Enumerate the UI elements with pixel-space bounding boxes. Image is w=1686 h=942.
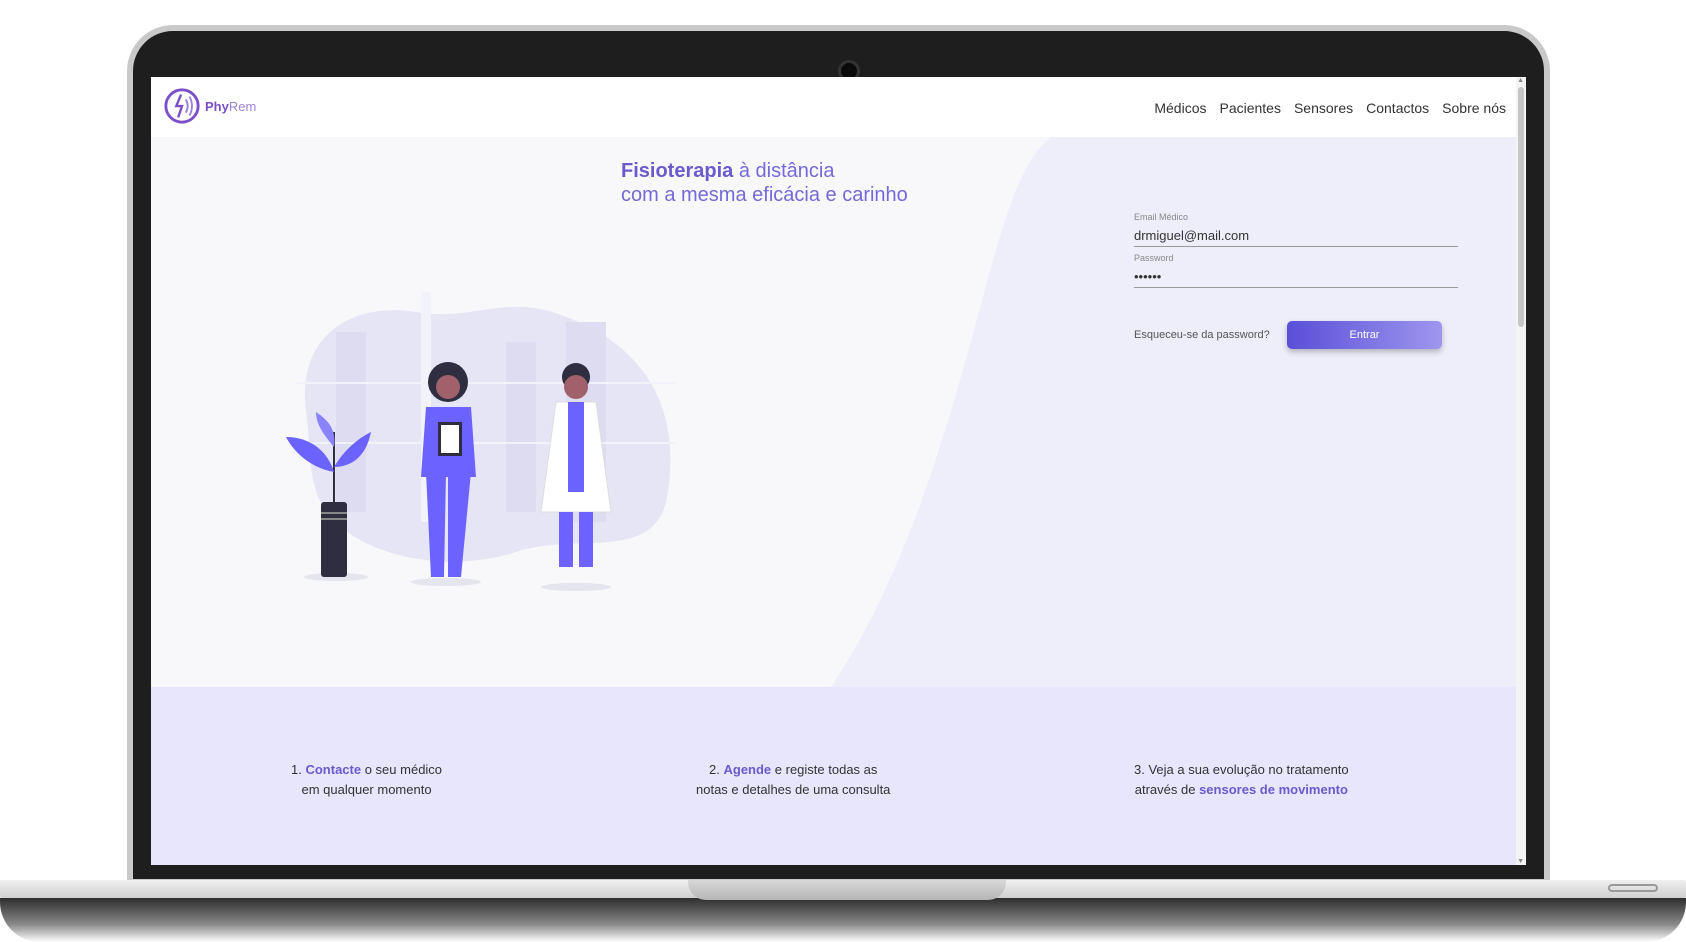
email-label: Email Médico: [1134, 212, 1189, 222]
step-1: 1. Contacte o seu médico em qualquer mom…: [291, 762, 443, 797]
step-3-highlight: sensores de movimento: [1199, 782, 1348, 797]
nav-contactos[interactable]: Contactos: [1366, 100, 1429, 116]
password-field[interactable]: ••••••: [1134, 263, 1458, 288]
password-label: Password: [1134, 253, 1174, 263]
vertical-scrollbar[interactable]: ▲ ▼: [1516, 77, 1526, 865]
tagline-rest: à distância: [738, 160, 835, 182]
scroll-down-icon[interactable]: ▼: [1517, 858, 1524, 865]
steps-section: 1. Contacte o seu médico em qualquer mom…: [151, 687, 1526, 865]
nav-medicos[interactable]: Médicos: [1154, 100, 1206, 116]
step-1-highlight: Contacte: [305, 762, 362, 777]
step-3: 3. Veja a sua evolução no tratamento atr…: [1134, 762, 1349, 797]
email-field-group: Email Médico drmiguel@mail.com: [1134, 212, 1458, 247]
browser-viewport: PhyRem Médicos Pacientes Sensores Contac…: [151, 77, 1526, 865]
step-2-highlight: Agende: [723, 762, 772, 777]
login-button[interactable]: Entrar: [1287, 321, 1442, 349]
nav-sensores[interactable]: Sensores: [1294, 100, 1353, 116]
nav-sobre-nos[interactable]: Sobre nós: [1442, 100, 1506, 116]
step-2: 2. Agende e registe todas as notas e det…: [696, 762, 891, 797]
site-header: PhyRem Médicos Pacientes Sensores Contac…: [151, 77, 1526, 137]
main-nav: Médicos Pacientes Sensores Contactos Sob…: [1154, 100, 1506, 116]
logo[interactable]: PhyRem: [163, 87, 256, 125]
scroll-up-icon[interactable]: ▲: [1517, 77, 1524, 84]
forgot-password-link[interactable]: Esqueceu-se da password?: [1134, 329, 1270, 341]
laptop-base-bottom: [0, 898, 1686, 942]
laptop-hinge-notch: [688, 880, 1006, 900]
phyrem-logo-icon: [164, 88, 200, 124]
login-actions: Esqueceu-se da password? Entrar: [1134, 321, 1442, 349]
doctors-illustration: [286, 292, 676, 591]
hero-tagline: Fisioterapia à distância com a mesma efi…: [621, 159, 908, 207]
scrollbar-thumb[interactable]: [1518, 87, 1524, 327]
password-field-group: Password ••••••: [1134, 253, 1458, 288]
laptop-port: [1608, 884, 1658, 892]
tagline-bold: Fisioterapia: [621, 160, 734, 182]
nav-pacientes[interactable]: Pacientes: [1219, 100, 1280, 116]
brand-name: PhyRem: [205, 98, 257, 114]
email-field[interactable]: drmiguel@mail.com: [1134, 222, 1458, 247]
tagline-line2: com a mesma eficácia e carinho: [621, 184, 908, 206]
hero-section: Fisioterapia à distância com a mesma efi…: [151, 137, 1526, 687]
login-form: Email Médico drmiguel@mail.com Password …: [1134, 212, 1458, 349]
